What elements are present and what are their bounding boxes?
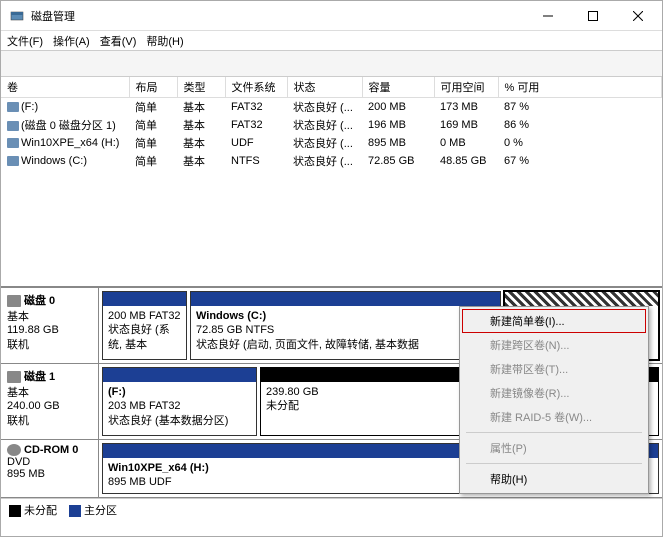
menu-properties[interactable]: 属性(P) [462,436,646,460]
table-row[interactable]: Windows (C:)简单基本NTFS状态良好 (...72.85 GB48.… [1,152,662,170]
disk-icon [7,295,21,307]
legend-swatch-unalloc [9,505,21,517]
disk-name: 磁盘 1 [24,371,55,383]
menu-action[interactable]: 操作(A) [53,33,90,49]
titlebar: 磁盘管理 [1,1,662,31]
window-buttons [525,1,660,30]
partition-stripe [191,292,500,306]
table-header: 卷 布局 类型 文件系统 状态 容量 可用空间 % 可用 [1,77,662,98]
toolbar [1,51,662,77]
close-button[interactable] [615,1,660,30]
partition-stripe [103,368,256,382]
disk-type: 基本 [7,308,92,324]
disk-size: 895 MB [7,468,92,480]
disk-name: 磁盘 0 [24,295,55,307]
table-row[interactable]: Win10XPE_x64 (H:)简单基本UDF状态良好 (...895 MB0… [1,134,662,152]
col-capacity[interactable]: 容量 [362,77,434,98]
disk-state: 联机 [7,412,92,428]
maximize-button[interactable] [570,1,615,30]
menu-file[interactable]: 文件(F) [7,33,43,49]
volume-table: 卷 布局 类型 文件系统 状态 容量 可用空间 % 可用 (F:)简单基本FAT… [1,77,662,287]
col-fs[interactable]: 文件系统 [225,77,287,98]
window-title: 磁盘管理 [31,8,525,24]
legend: 未分配 主分区 [1,498,662,521]
col-status[interactable]: 状态 [287,77,362,98]
menu-new-mirrored-volume[interactable]: 新建镜像卷(R)... [462,381,646,405]
disk-state: 联机 [7,336,92,352]
volume-icon [7,138,19,148]
col-volume[interactable]: 卷 [1,77,129,98]
menu-new-raid5-volume[interactable]: 新建 RAID-5 卷(W)... [462,405,646,429]
col-layout[interactable]: 布局 [129,77,177,98]
disk-size: 240.00 GB [7,400,92,412]
col-free[interactable]: 可用空间 [434,77,498,98]
context-menu: 新建简单卷(I)... 新建跨区卷(N)... 新建带区卷(T)... 新建镜像… [459,306,649,494]
menu-separator [466,432,642,433]
app-icon [9,8,25,24]
partition-stripe [505,292,658,306]
cd-icon [7,444,21,456]
table-row[interactable]: (F:)简单基本FAT32状态良好 (...200 MB173 MB87 % [1,98,662,117]
disk-info-1[interactable]: 磁盘 1 基本 240.00 GB 联机 [1,364,99,439]
disk-name: CD-ROM 0 [24,444,78,456]
disk-size: 119.88 GB [7,324,92,336]
disk-type: DVD [7,456,92,468]
menu-new-simple-volume[interactable]: 新建简单卷(I)... [462,309,646,333]
volume-icon [7,121,19,131]
partition[interactable]: 200 MB FAT32状态良好 (系统, 基本 [102,291,187,360]
col-type[interactable]: 类型 [177,77,225,98]
volume-icon [7,156,19,166]
partition[interactable]: Windows (C:)72.85 GB NTFS状态良好 (启动, 页面文件,… [190,291,501,360]
menu-separator [466,463,642,464]
menu-new-striped-volume[interactable]: 新建带区卷(T)... [462,357,646,381]
menubar: 文件(F) 操作(A) 查看(V) 帮助(H) [1,31,662,51]
legend-swatch-primary [69,505,81,517]
menu-view[interactable]: 查看(V) [100,33,137,49]
menu-help[interactable]: 帮助(H) [146,33,183,49]
minimize-button[interactable] [525,1,570,30]
disk-info-cd[interactable]: CD-ROM 0 DVD 895 MB [1,440,99,497]
table-row[interactable]: (磁盘 0 磁盘分区 1)简单基本FAT32状态良好 (...196 MB169… [1,116,662,134]
partition-stripe [103,292,186,306]
col-pct[interactable]: % 可用 [498,77,662,98]
menu-help[interactable]: 帮助(H) [462,467,646,491]
partition[interactable]: (F:)203 MB FAT32状态良好 (基本数据分区) [102,367,257,436]
disk-info-0[interactable]: 磁盘 0 基本 119.88 GB 联机 [1,288,99,363]
volume-icon [7,102,19,112]
disk-type: 基本 [7,384,92,400]
menu-new-spanned-volume[interactable]: 新建跨区卷(N)... [462,333,646,357]
disk-icon [7,371,21,383]
